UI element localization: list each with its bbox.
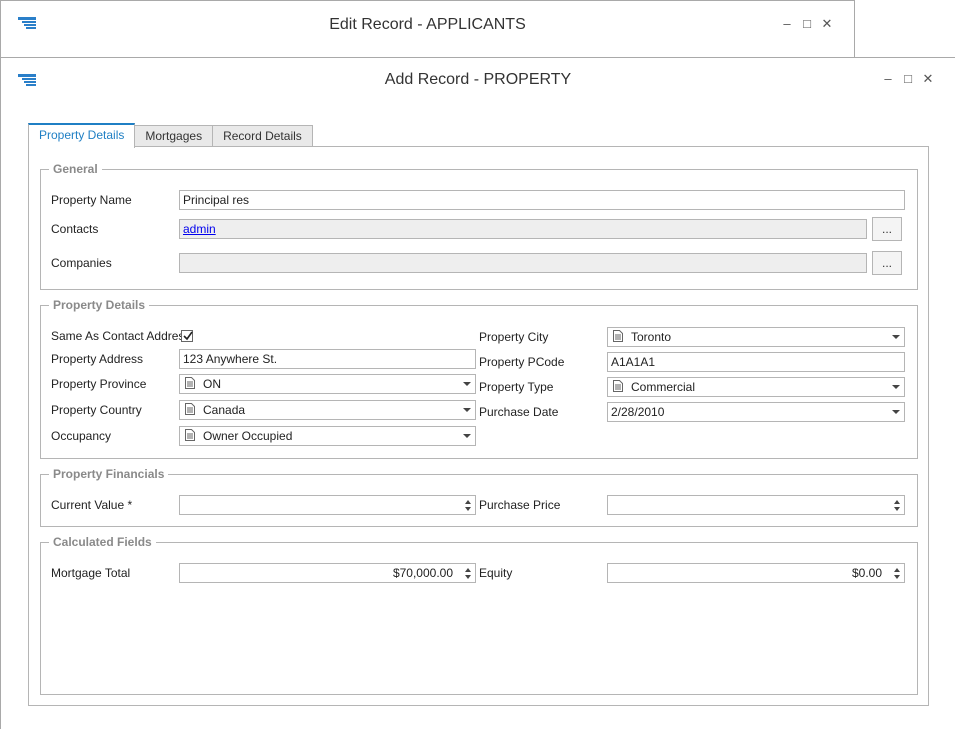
spin-down-icon[interactable] xyxy=(465,507,471,511)
property-province-label: Property Province xyxy=(51,377,147,391)
chevron-down-icon[interactable] xyxy=(892,410,900,414)
occupancy-label: Occupancy xyxy=(51,429,112,443)
document-icon xyxy=(613,379,623,396)
purchase-date-label: Purchase Date xyxy=(479,405,559,419)
property-type-label: Property Type xyxy=(479,380,554,394)
chevron-down-icon[interactable] xyxy=(892,335,900,339)
spin-up-icon[interactable] xyxy=(465,500,471,504)
property-name-input[interactable]: Principal res xyxy=(179,190,905,210)
chevron-down-icon[interactable] xyxy=(892,385,900,389)
document-icon xyxy=(185,402,195,419)
property-address-label: Property Address xyxy=(51,352,144,366)
tab-record-details[interactable]: Record Details xyxy=(212,125,313,147)
titlebar[interactable]: Add Record - PROPERTY – □ ✕ xyxy=(1,58,955,104)
contacts-browse-button[interactable]: ... xyxy=(872,217,902,241)
property-pcode-label: Property PCode xyxy=(479,355,565,369)
document-icon xyxy=(185,376,195,393)
edit-applicants-window[interactable]: Edit Record - APPLICANTS – □ ✕ xyxy=(0,0,855,60)
property-type-value: Commercial xyxy=(631,380,696,394)
property-country-value: Canada xyxy=(203,403,246,417)
tab-property-details[interactable]: Property Details xyxy=(28,123,136,148)
group-calculated-fields-title: Calculated Fields xyxy=(49,535,156,549)
purchase-price-label: Purchase Price xyxy=(479,498,561,512)
group-general: General Property Name Principal res Cont… xyxy=(40,162,918,290)
companies-browse-button[interactable]: ... xyxy=(872,251,902,275)
document-icon xyxy=(613,329,623,346)
minimize-button[interactable]: – xyxy=(780,16,794,32)
property-name-label: Property Name xyxy=(51,193,132,207)
tab-mortgages[interactable]: Mortgages xyxy=(134,125,214,147)
back-window-controls: – □ ✕ xyxy=(780,16,834,32)
spin-down-icon[interactable] xyxy=(894,507,900,511)
purchase-price-input[interactable] xyxy=(607,495,905,515)
same-as-contact-label: Same As Contact Address xyxy=(51,329,191,343)
group-property-financials: Property Financials Current Value * Purc… xyxy=(40,467,918,527)
window-title: Add Record - PROPERTY xyxy=(384,71,572,88)
contacts-label: Contacts xyxy=(51,222,99,236)
property-pcode-input[interactable]: A1A1A1 xyxy=(607,352,905,372)
purchase-date-picker[interactable]: 2/28/2010 xyxy=(607,402,905,422)
group-calculated-fields: Calculated Fields Mortgage Total $70,000… xyxy=(40,535,918,695)
property-address-input[interactable]: 123 Anywhere St. xyxy=(179,349,476,369)
property-province-value: ON xyxy=(203,377,221,391)
group-property-details-title: Property Details xyxy=(49,298,150,312)
contact-link-admin[interactable]: admin xyxy=(183,222,216,236)
occupancy-value: Owner Occupied xyxy=(203,429,293,443)
close-button[interactable]: ✕ xyxy=(921,71,935,87)
group-property-details: Property Details Same As Contact Address… xyxy=(40,298,918,459)
companies-field xyxy=(179,253,867,273)
checkmark-icon xyxy=(183,331,193,341)
maximize-button[interactable]: □ xyxy=(901,71,915,87)
contacts-field: admin xyxy=(179,219,867,239)
current-value-input[interactable] xyxy=(179,495,476,515)
mortgage-total-text: $70,000.00 xyxy=(392,566,453,580)
occupancy-select[interactable]: Owner Occupied xyxy=(179,426,476,446)
chevron-down-icon[interactable] xyxy=(463,382,471,386)
chevron-down-icon[interactable] xyxy=(463,434,471,438)
equity-text: $0.00 xyxy=(851,566,882,580)
close-button[interactable]: ✕ xyxy=(820,16,834,32)
back-window-title: Edit Record - APPLICANTS xyxy=(329,16,526,33)
tab-strip: Property Details Mortgages Record Detail… xyxy=(28,123,313,148)
equity-label: Equity xyxy=(479,566,513,580)
maximize-button[interactable]: □ xyxy=(800,16,814,32)
mortgage-total-label: Mortgage Total xyxy=(51,566,131,580)
same-as-contact-checkbox[interactable] xyxy=(181,330,193,342)
window-controls: – □ ✕ xyxy=(881,71,935,87)
spin-down-icon[interactable] xyxy=(465,575,471,579)
mortgage-total-input[interactable]: $70,000.00 xyxy=(179,563,476,583)
minimize-button[interactable]: – xyxy=(881,71,895,87)
group-general-title: General xyxy=(49,162,102,176)
spin-down-icon[interactable] xyxy=(894,575,900,579)
property-country-select[interactable]: Canada xyxy=(179,400,476,420)
equity-input[interactable]: $0.00 xyxy=(607,563,905,583)
purchase-date-value: 2/28/2010 xyxy=(611,405,665,419)
property-city-label: Property City xyxy=(479,330,549,344)
property-city-select[interactable]: Toronto xyxy=(607,327,905,347)
current-value-label: Current Value * xyxy=(51,498,133,512)
property-province-select[interactable]: ON xyxy=(179,374,476,394)
spin-up-icon[interactable] xyxy=(465,568,471,572)
document-icon xyxy=(185,428,195,445)
add-property-window: Add Record - PROPERTY – □ ✕ Property Det… xyxy=(0,57,955,729)
property-city-value: Toronto xyxy=(631,330,672,344)
companies-label: Companies xyxy=(51,256,112,270)
spin-up-icon[interactable] xyxy=(894,568,900,572)
chevron-down-icon[interactable] xyxy=(463,408,471,412)
spin-up-icon[interactable] xyxy=(894,500,900,504)
property-country-label: Property Country xyxy=(51,403,142,417)
property-type-select[interactable]: Commercial xyxy=(607,377,905,397)
tab-panel-property-details: General Property Name Principal res Cont… xyxy=(28,146,929,706)
group-property-financials-title: Property Financials xyxy=(49,467,169,481)
